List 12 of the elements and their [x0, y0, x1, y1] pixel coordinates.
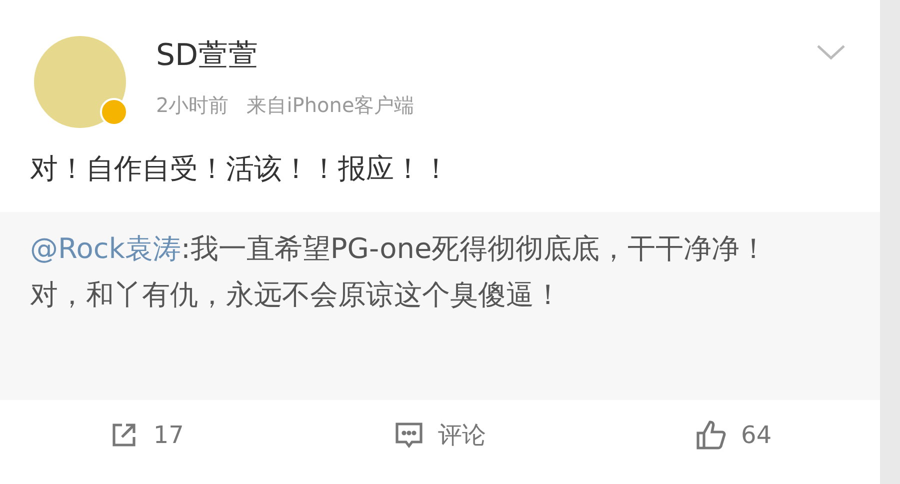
repost-text: @Rock袁涛:我一直希望PG-one死得彻彻底底，干干净净！对，和丫有仇，永远不会原谅这个臭傻逼！	[30, 231, 769, 313]
like-button[interactable]: 64	[586, 418, 880, 452]
comment-button[interactable]: 评论	[293, 418, 587, 452]
mention-link[interactable]: @Rock袁涛	[30, 232, 181, 265]
author-name[interactable]: SD萱萱	[156, 38, 414, 74]
chevron-down-icon[interactable]	[816, 44, 846, 60]
comment-icon	[394, 420, 424, 450]
post-source: 来自iPhone客户端	[246, 92, 414, 119]
repost-button[interactable]: 17	[0, 419, 294, 451]
post-text: 对！自作自受！活该！！报应！！	[29, 151, 451, 187]
thumbs-up-icon	[695, 419, 728, 451]
post-time: 2小时前	[156, 92, 229, 119]
